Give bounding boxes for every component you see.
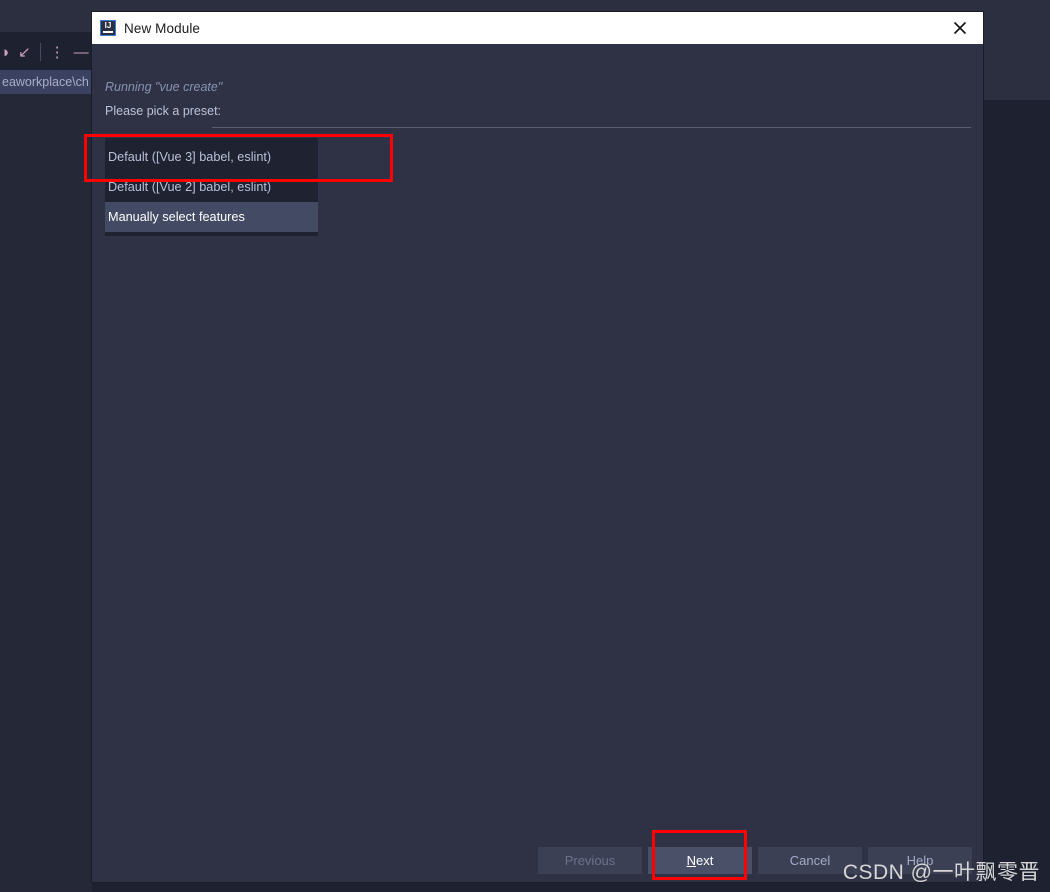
toolbar-divider [39, 43, 41, 61]
ide-editor-area [983, 100, 1050, 892]
dialog-titlebar: IJ New Module [92, 12, 983, 44]
minimize-icon[interactable]: — [74, 45, 89, 60]
preset-list[interactable]: Default ([Vue 3] babel, eslint) Default … [105, 138, 318, 236]
app-icon-label: IJ [104, 21, 112, 30]
intellij-idea-icon: IJ [100, 20, 116, 36]
prompt-label: Please pick a preset: [105, 104, 222, 118]
collapse-arrows-icon[interactable]: ↙ [18, 45, 31, 60]
preset-option-vue2[interactable]: Default ([Vue 2] babel, eslint) [105, 172, 318, 202]
prompt-separator [212, 127, 971, 128]
more-vertical-icon[interactable]: ⋮ [50, 45, 65, 60]
preset-option-vue3[interactable]: Default ([Vue 3] babel, eslint) [105, 142, 318, 172]
preset-option-manual[interactable]: Manually select features [105, 202, 318, 232]
next-button-label-rest: ext [696, 852, 714, 868]
previous-button[interactable]: Previous [538, 846, 642, 874]
running-status-label: Running "vue create" [105, 80, 223, 94]
next-button-mnemonic: N [686, 852, 697, 868]
dialog-title: New Module [124, 20, 201, 36]
dialog-body: Running "vue create" Please pick a prese… [92, 44, 983, 882]
app-icon-underline [103, 31, 113, 33]
ide-right-toolbar [983, 0, 1050, 100]
new-module-dialog: IJ New Module Running "vue create" Pleas… [92, 12, 983, 882]
csdn-watermark: CSDN @一叶飘零晋 [842, 861, 1040, 884]
breadcrumb[interactable]: eaworkplace\ch [0, 70, 92, 94]
ide-toolbar-icon-group: ◑ ↙ ⋮ — [0, 36, 92, 68]
circle-icon[interactable]: ◑ [0, 45, 9, 60]
ide-left-panel [0, 94, 92, 892]
next-button[interactable]: Next [648, 846, 752, 874]
close-icon[interactable] [937, 12, 983, 44]
